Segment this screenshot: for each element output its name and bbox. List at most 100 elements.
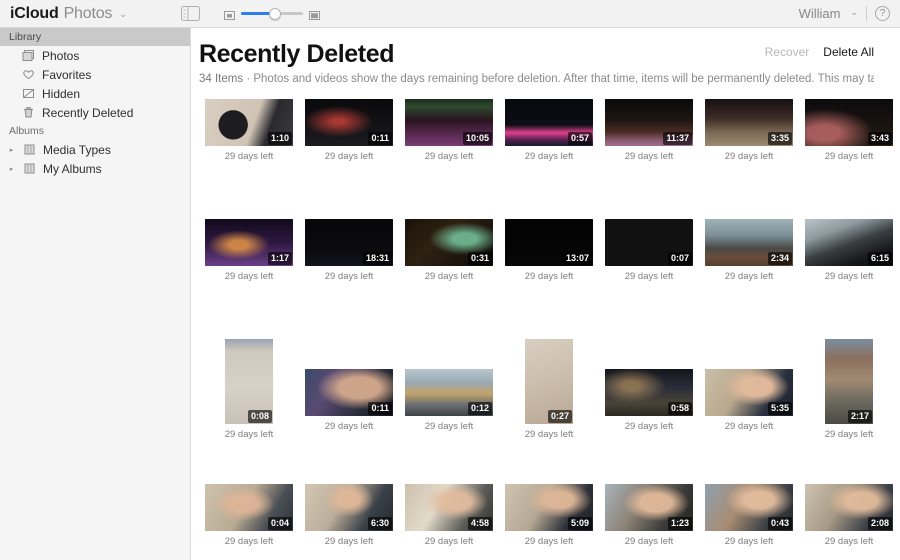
video-thumbnail[interactable]: 0:11 xyxy=(305,369,393,416)
thumbnail-wrapper[interactable]: 11:37 xyxy=(605,99,693,146)
photo-grid-item[interactable]: 4:58 29 days left xyxy=(399,484,499,547)
photo-grid-item[interactable]: 10:05 29 days left xyxy=(399,99,499,162)
photo-grid-item[interactable]: 0:43 29 days left xyxy=(699,484,799,547)
zoom-control[interactable] xyxy=(223,7,320,20)
thumbnail-wrapper[interactable]: 0:57 xyxy=(505,99,593,146)
zoom-in-icon[interactable] xyxy=(308,8,320,20)
thumbnail-wrapper[interactable]: 0:31 xyxy=(405,219,493,266)
video-thumbnail[interactable]: 2:08 xyxy=(805,484,893,531)
photo-grid-item[interactable]: 0:11 29 days left xyxy=(299,339,399,432)
video-thumbnail[interactable]: 3:43 xyxy=(805,99,893,146)
thumbnail-wrapper[interactable]: 10:05 xyxy=(405,99,493,146)
thumbnail-wrapper[interactable]: 4:58 xyxy=(405,484,493,531)
zoom-out-icon[interactable] xyxy=(223,8,235,20)
video-thumbnail[interactable]: 0:07 xyxy=(605,219,693,266)
photo-grid-item[interactable]: 3:35 29 days left xyxy=(699,99,799,162)
thumbnail-wrapper[interactable]: 0:07 xyxy=(605,219,693,266)
photo-grid-item[interactable]: 0:07 29 days left xyxy=(599,219,699,282)
video-thumbnail[interactable]: 0:11 xyxy=(305,99,393,146)
thumbnail-wrapper[interactable]: 2:17 xyxy=(825,339,873,424)
video-thumbnail[interactable]: 1:17 xyxy=(205,219,293,266)
video-thumbnail[interactable]: 0:58 xyxy=(605,369,693,416)
photo-grid-item[interactable]: 0:27 29 days left xyxy=(499,339,599,440)
photo-grid-item[interactable]: 2:08 29 days left xyxy=(799,484,899,547)
photo-grid-item[interactable]: 6:15 29 days left xyxy=(799,219,899,282)
thumbnail-wrapper[interactable]: 0:11 xyxy=(305,99,393,146)
video-thumbnail[interactable]: 11:37 xyxy=(605,99,693,146)
thumbnail-wrapper[interactable]: 5:35 xyxy=(705,369,793,416)
thumbnail-wrapper[interactable]: 0:12 xyxy=(405,369,493,416)
video-thumbnail[interactable]: 10:05 xyxy=(405,99,493,146)
thumbnail-wrapper[interactable]: 0:58 xyxy=(605,369,693,416)
disclosure-triangle-icon[interactable]: ▸ xyxy=(7,146,16,154)
help-icon[interactable]: ? xyxy=(875,6,890,21)
thumbnail-wrapper[interactable]: 2:34 xyxy=(705,219,793,266)
thumbnail-wrapper[interactable]: 1:10 xyxy=(205,99,293,146)
zoom-slider[interactable] xyxy=(240,7,303,20)
photo-grid-item[interactable]: 18:31 29 days left xyxy=(299,219,399,282)
video-thumbnail[interactable]: 0:04 xyxy=(205,484,293,531)
video-thumbnail[interactable]: 13:07 xyxy=(505,219,593,266)
delete-all-button[interactable]: Delete All xyxy=(823,45,874,59)
chevron-down-icon[interactable]: ⌄ xyxy=(119,9,127,20)
video-thumbnail[interactable]: 0:27 xyxy=(525,339,573,424)
photo-grid-item[interactable]: 1:17 29 days left xyxy=(199,219,299,282)
photo-grid-item[interactable]: 2:17 29 days left xyxy=(799,339,899,440)
photo-grid-item[interactable]: 0:31 29 days left xyxy=(399,219,499,282)
sidebar-item-hidden[interactable]: Hidden xyxy=(0,84,190,103)
photo-grid-item[interactable]: 13:07 29 days left xyxy=(499,219,599,282)
thumbnail-wrapper[interactable]: 0:11 xyxy=(305,369,393,416)
photo-grid-item[interactable]: 0:11 29 days left xyxy=(299,99,399,162)
video-thumbnail[interactable]: 4:58 xyxy=(405,484,493,531)
sidebar-item-photos[interactable]: Photos xyxy=(0,46,190,65)
photo-grid-item[interactable]: 6:30 29 days left xyxy=(299,484,399,547)
thumbnail-wrapper[interactable]: 5:09 xyxy=(505,484,593,531)
sidebar-item-media-types[interactable]: ▸ Media Types xyxy=(0,140,190,159)
video-thumbnail[interactable]: 0:12 xyxy=(405,369,493,416)
account-chevron-down-icon[interactable]: ⌄ xyxy=(850,7,858,18)
photo-grid-item[interactable]: 3:43 29 days left xyxy=(799,99,899,162)
video-thumbnail[interactable]: 0:31 xyxy=(405,219,493,266)
photo-grid-item[interactable]: 1:23 29 days left xyxy=(599,484,699,547)
sidebar-item-favorites[interactable]: Favorites xyxy=(0,65,190,84)
photo-grid-item[interactable]: 0:12 29 days left xyxy=(399,339,499,432)
thumbnail-wrapper[interactable]: 0:08 xyxy=(225,339,273,424)
sidebar-toggle-icon[interactable] xyxy=(180,6,200,21)
thumbnail-wrapper[interactable]: 3:35 xyxy=(705,99,793,146)
video-thumbnail[interactable]: 0:08 xyxy=(225,339,273,424)
video-thumbnail[interactable]: 0:43 xyxy=(705,484,793,531)
video-thumbnail[interactable]: 1:23 xyxy=(605,484,693,531)
video-thumbnail[interactable]: 0:57 xyxy=(505,99,593,146)
photo-grid-item[interactable]: 1:10 29 days left xyxy=(199,99,299,162)
thumbnail-wrapper[interactable]: 1:23 xyxy=(605,484,693,531)
thumbnail-wrapper[interactable]: 0:43 xyxy=(705,484,793,531)
video-thumbnail[interactable]: 5:35 xyxy=(705,369,793,416)
thumbnail-wrapper[interactable]: 6:15 xyxy=(805,219,893,266)
thumbnail-wrapper[interactable]: 3:43 xyxy=(805,99,893,146)
thumbnail-wrapper[interactable]: 1:17 xyxy=(205,219,293,266)
thumbnail-wrapper[interactable]: 0:04 xyxy=(205,484,293,531)
photo-grid-item[interactable]: 11:37 29 days left xyxy=(599,99,699,162)
thumbnail-wrapper[interactable]: 13:07 xyxy=(505,219,593,266)
thumbnail-wrapper[interactable]: 18:31 xyxy=(305,219,393,266)
disclosure-triangle-icon[interactable]: ▸ xyxy=(7,165,16,173)
recover-button[interactable]: Recover xyxy=(765,45,810,59)
video-thumbnail[interactable]: 1:10 xyxy=(205,99,293,146)
video-thumbnail[interactable]: 5:09 xyxy=(505,484,593,531)
video-thumbnail[interactable]: 2:34 xyxy=(705,219,793,266)
thumbnail-wrapper[interactable]: 2:08 xyxy=(805,484,893,531)
photo-grid-item[interactable]: 2:34 29 days left xyxy=(699,219,799,282)
photo-grid-item[interactable]: 5:35 29 days left xyxy=(699,339,799,432)
photo-grid-item[interactable]: 0:57 29 days left xyxy=(499,99,599,162)
video-thumbnail[interactable]: 6:15 xyxy=(805,219,893,266)
brand[interactable]: iCloud Photos ⌄ xyxy=(0,5,127,23)
sidebar-item-recently-deleted[interactable]: Recently Deleted xyxy=(0,103,190,122)
sidebar-item-my-albums[interactable]: ▸ My Albums xyxy=(0,159,190,178)
photo-grid-item[interactable]: 0:58 29 days left xyxy=(599,339,699,432)
photo-grid-item[interactable]: 5:09 29 days left xyxy=(499,484,599,547)
account-menu-label[interactable]: William xyxy=(799,6,841,21)
thumbnail-wrapper[interactable]: 0:27 xyxy=(525,339,573,424)
video-thumbnail[interactable]: 3:35 xyxy=(705,99,793,146)
photo-grid-item[interactable]: 0:04 29 days left xyxy=(199,484,299,547)
video-thumbnail[interactable]: 6:30 xyxy=(305,484,393,531)
